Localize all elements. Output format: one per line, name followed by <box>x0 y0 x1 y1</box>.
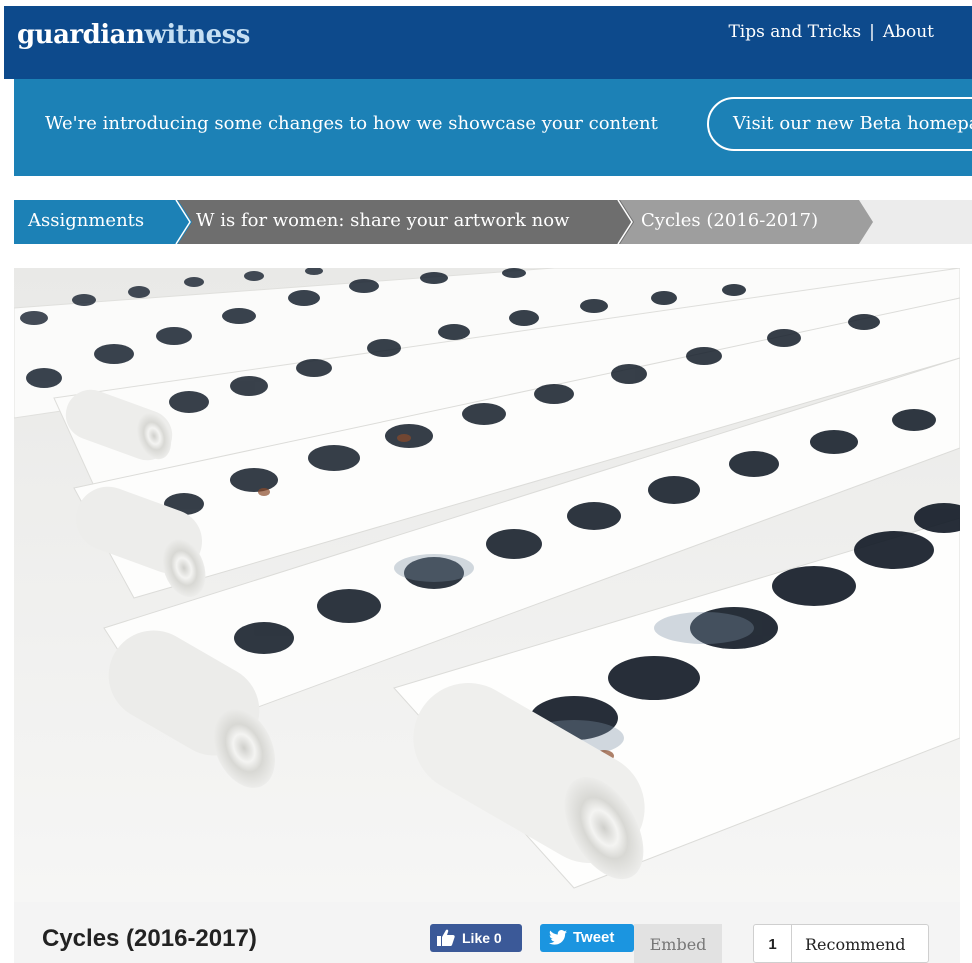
site-header: guardianwitness Tips and Tricks | About <box>4 6 972 79</box>
post-title: Cycles (2016-2017) <box>42 925 257 952</box>
recommend-count: 1 <box>754 925 792 962</box>
logo-witness: witness <box>144 20 250 50</box>
artwork-photo[interactable] <box>14 268 960 902</box>
visit-beta-button[interactable]: Visit our new Beta homepage <box>707 97 972 151</box>
breadcrumb: Cycles (2016-2017) W is for women: share… <box>14 200 972 244</box>
nav-tips-and-tricks[interactable]: Tips and Tricks <box>728 22 861 42</box>
breadcrumb-item-cycles[interactable]: Cycles (2016-2017) <box>619 200 874 244</box>
facebook-like-button[interactable]: Like 0 <box>430 924 522 952</box>
tweet-button[interactable]: Tweet <box>540 924 634 952</box>
recommend-button[interactable]: 1 Recommend <box>753 924 929 963</box>
like-label: Like 0 <box>462 930 502 946</box>
site-logo[interactable]: guardianwitness <box>17 20 250 50</box>
twitter-bird-icon <box>549 930 567 945</box>
beta-banner: We're introducing some changes to how we… <box>14 79 972 176</box>
nav-about[interactable]: About <box>883 22 934 42</box>
breadcrumb-item-w-is-for-women[interactable]: W is for women: share your artwork now <box>174 200 634 244</box>
nav-separator: | <box>869 22 875 42</box>
breadcrumb-label: Assignments <box>28 210 145 231</box>
thumbs-up-icon <box>437 929 455 946</box>
breadcrumb-item-assignments[interactable]: Assignments <box>14 200 194 244</box>
recommend-label: Recommend <box>805 935 906 954</box>
embed-button[interactable]: Embed <box>634 924 722 963</box>
breadcrumb-label: Cycles (2016-2017) <box>641 210 819 231</box>
tweet-label: Tweet <box>573 929 615 946</box>
breadcrumb-label: W is for women: share your artwork now <box>196 210 570 231</box>
top-nav: Tips and Tricks | About <box>728 22 934 42</box>
banner-text: We're introducing some changes to how we… <box>45 113 658 134</box>
logo-guardian: guardian <box>17 20 145 50</box>
artwork-image <box>14 268 960 902</box>
post-action-bar: Cycles (2016-2017) Like 0 Tweet Embed 1 … <box>14 902 960 963</box>
